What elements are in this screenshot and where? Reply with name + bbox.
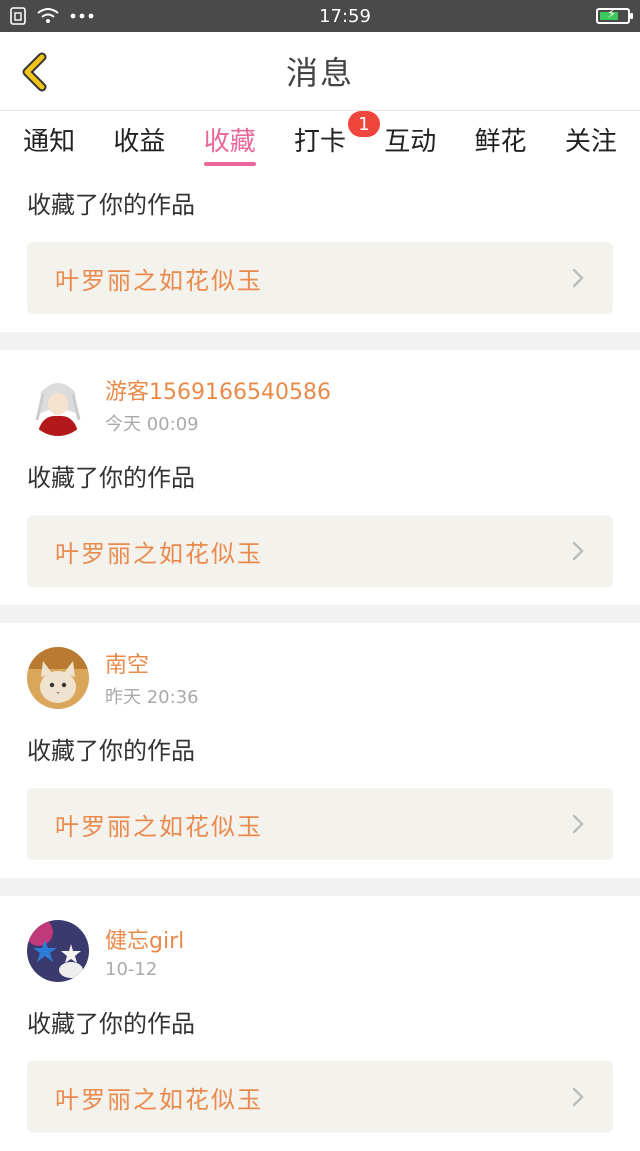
tab-earnings[interactable]: 收益 xyxy=(109,121,169,170)
work-link[interactable]: 叶罗丽之如花似玉 xyxy=(27,242,613,314)
message-card: 南空 昨天 20:36 收藏了你的作品 叶罗丽之如花似玉 xyxy=(0,623,640,878)
chevron-right-icon xyxy=(572,268,584,288)
more-dots-icon xyxy=(70,13,94,19)
tab-label: 通知 xyxy=(23,127,76,157)
chevron-right-icon xyxy=(572,814,584,834)
avatar[interactable] xyxy=(27,647,89,709)
action-text: 收藏了你的作品 xyxy=(27,191,195,219)
nav-header: 消息 xyxy=(0,32,640,111)
tab-label: 收益 xyxy=(113,127,166,157)
message-card: 游客1569166540586 今天 00:09 收藏了你的作品 叶罗丽之如花似… xyxy=(0,350,640,605)
chevron-right-icon xyxy=(572,1087,584,1107)
sim-icon xyxy=(10,7,26,25)
tab-label: 互动 xyxy=(384,127,437,157)
unread-badge: 1 xyxy=(347,111,380,137)
tab-flowers[interactable]: 鲜花 xyxy=(471,121,531,170)
work-title: 叶罗丽之如花似玉 xyxy=(55,539,263,568)
work-link[interactable]: 叶罗丽之如花似玉 xyxy=(27,1061,613,1133)
action-text: 收藏了你的作品 xyxy=(27,464,195,492)
avatar[interactable] xyxy=(27,374,89,436)
status-bar: 17:59 ⚡ xyxy=(0,0,640,32)
tab-label: 鲜花 xyxy=(474,127,527,157)
tab-interaction[interactable]: 互动 xyxy=(380,121,440,170)
timestamp: 10-12 xyxy=(105,958,158,980)
work-link[interactable]: 叶罗丽之如花似玉 xyxy=(27,788,613,860)
page-title: 消息 xyxy=(285,54,354,92)
timestamp: 今天 00:09 xyxy=(105,414,199,435)
message-card: 健忘girl 10-12 收藏了你的作品 叶罗丽之如花似玉 xyxy=(0,896,640,1151)
chevron-right-icon xyxy=(572,541,584,561)
tab-bar: 通知 收益 收藏 打卡 1 互动 鲜花 关注 xyxy=(0,111,640,179)
tab-checkin[interactable]: 打卡 1 xyxy=(290,111,380,170)
tab-label: 关注 xyxy=(564,127,617,157)
tab-follow[interactable]: 关注 xyxy=(561,121,621,170)
message-card: 收藏了你的作品 叶罗丽之如花似玉 xyxy=(0,179,640,332)
action-text: 收藏了你的作品 xyxy=(27,1010,195,1038)
tab-label: 打卡 xyxy=(293,127,346,157)
username[interactable]: 南空 xyxy=(105,647,199,679)
wifi-icon xyxy=(37,8,59,23)
username[interactable]: 游客1569166540586 xyxy=(105,374,331,406)
back-arrow-icon[interactable] xyxy=(18,52,58,92)
status-time: 17:59 xyxy=(319,5,371,27)
work-title: 叶罗丽之如花似玉 xyxy=(55,266,263,295)
work-title: 叶罗丽之如花似玉 xyxy=(55,1085,263,1114)
username[interactable]: 健忘girl xyxy=(105,923,184,955)
tab-notify[interactable]: 通知 xyxy=(19,121,79,170)
avatar[interactable] xyxy=(27,920,89,982)
action-text: 收藏了你的作品 xyxy=(27,737,195,765)
work-link[interactable]: 叶罗丽之如花似玉 xyxy=(27,515,613,587)
work-title: 叶罗丽之如花似玉 xyxy=(55,812,263,841)
tab-favorites[interactable]: 收藏 xyxy=(200,121,260,170)
timestamp: 昨天 20:36 xyxy=(105,687,199,708)
tab-label: 收藏 xyxy=(203,127,256,157)
battery-icon: ⚡ xyxy=(596,7,633,24)
